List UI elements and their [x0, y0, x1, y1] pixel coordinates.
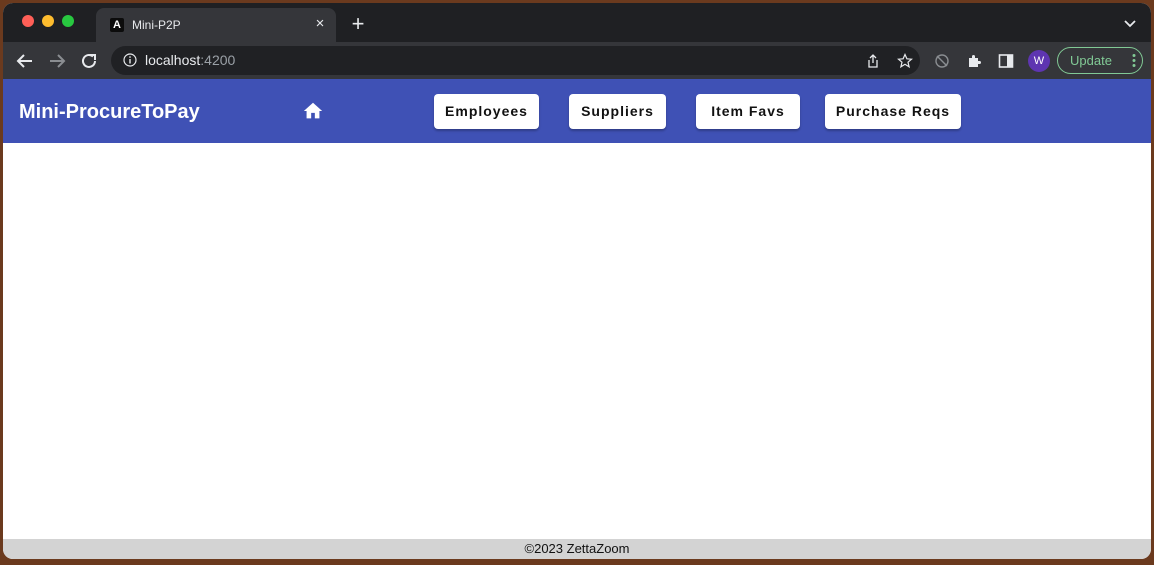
site-info-icon[interactable]: [123, 53, 137, 67]
home-icon[interactable]: [302, 100, 324, 122]
url-text[interactable]: localhost:4200: [145, 53, 235, 68]
sync-paused-icon[interactable]: [934, 53, 950, 69]
more-vert-icon: [1132, 54, 1136, 67]
back-arrow-icon[interactable]: [13, 49, 37, 73]
extensions-puzzle-icon[interactable]: [966, 53, 982, 69]
window-minimize-button[interactable]: [42, 15, 54, 27]
window-close-button[interactable]: [22, 15, 34, 27]
side-panel-icon[interactable]: [998, 53, 1014, 69]
nav-suppliers-button[interactable]: Suppliers: [569, 94, 666, 129]
bookmark-star-icon[interactable]: [897, 53, 913, 69]
url-host: localhost: [145, 52, 201, 68]
browser-tab-active[interactable]: A Mini-P2P ×: [96, 8, 336, 42]
app-brand[interactable]: Mini-ProcureToPay: [19, 101, 200, 123]
window-maximize-button[interactable]: [62, 15, 74, 27]
browser-window: A Mini-P2P × + localhost:4200 W Update M…: [3, 3, 1151, 559]
update-button[interactable]: Update: [1057, 47, 1143, 74]
update-label: Update: [1070, 53, 1112, 68]
forward-arrow-icon[interactable]: [45, 49, 69, 73]
app-footer: ©2023 ZettaZoom: [3, 539, 1151, 559]
tab-close-icon[interactable]: ×: [312, 16, 328, 32]
share-icon[interactable]: [865, 53, 881, 69]
angular-icon: A: [110, 18, 124, 32]
profile-avatar[interactable]: W: [1028, 50, 1050, 72]
reload-icon[interactable]: [77, 49, 101, 73]
nav-purchase-reqs-button[interactable]: Purchase Reqs: [825, 94, 961, 129]
app-navbar: Mini-ProcureToPay Employees Suppliers It…: [3, 79, 1151, 143]
main-content: [3, 143, 1151, 539]
chevron-down-icon[interactable]: [1123, 16, 1137, 30]
browser-toolbar: localhost:4200 W Update: [3, 42, 1151, 79]
tab-title: Mini-P2P: [132, 18, 181, 32]
new-tab-icon[interactable]: +: [347, 13, 369, 36]
url-port: :4200: [200, 52, 236, 68]
address-bar[interactable]: localhost:4200: [111, 46, 920, 75]
nav-employees-button[interactable]: Employees: [434, 94, 539, 129]
nav-item-favs-button[interactable]: Item Favs: [696, 94, 800, 129]
tab-strip: A Mini-P2P × +: [3, 3, 1151, 42]
